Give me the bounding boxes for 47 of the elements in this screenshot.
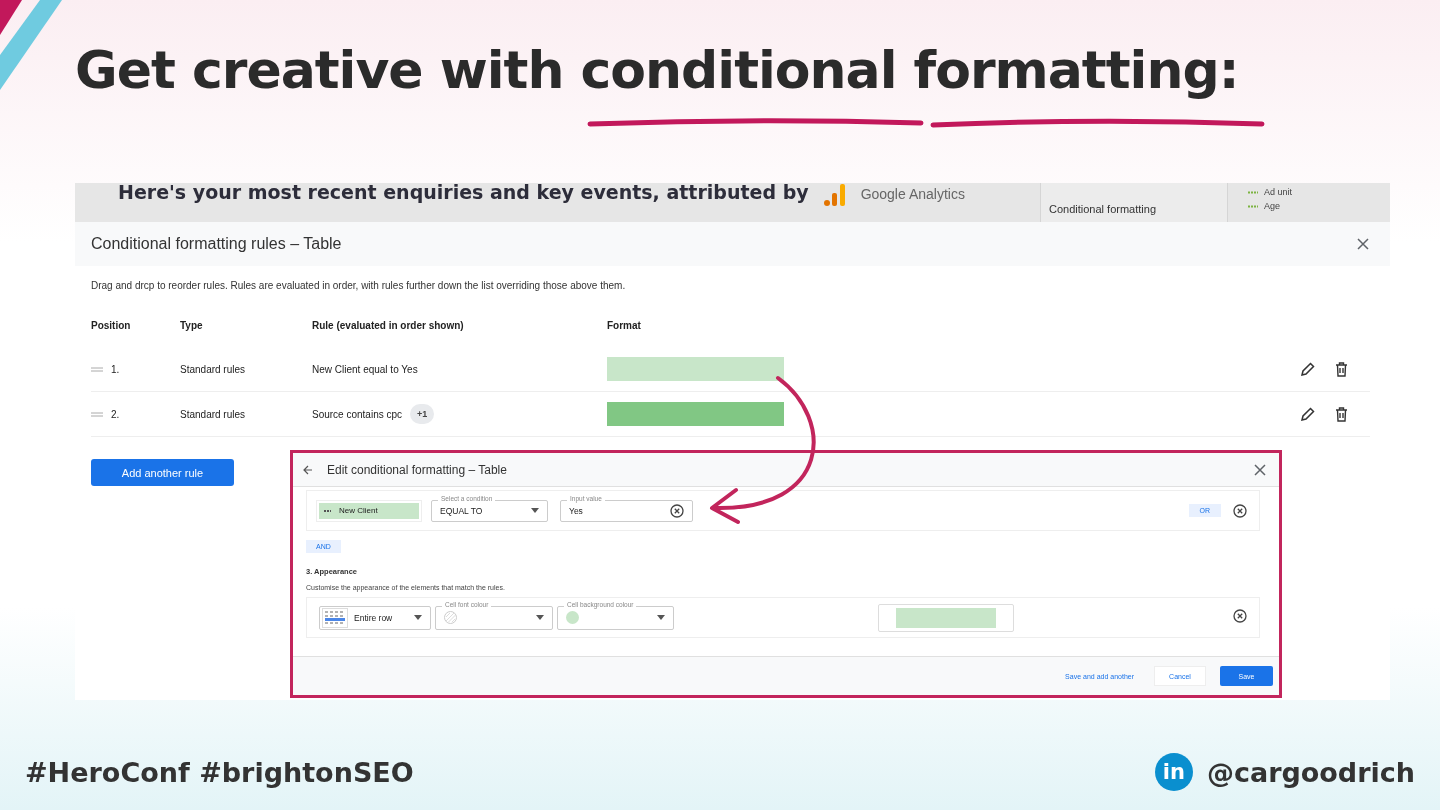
linkedin-badge[interactable]: in bbox=[1154, 753, 1193, 791]
bar-chart-logo-icon bbox=[822, 183, 847, 207]
rule-description: New Client equal to Yes bbox=[312, 363, 418, 375]
delete-icon[interactable] bbox=[1335, 361, 1348, 377]
caret-icon bbox=[536, 615, 544, 620]
rule-position: 2. bbox=[111, 408, 120, 420]
slide-title: Get creative with conditional formatting: bbox=[75, 40, 1239, 100]
no-colour-icon bbox=[444, 611, 457, 624]
hashtags: #HeroConf #brightonSEO bbox=[25, 756, 414, 788]
rule-position: 1. bbox=[111, 363, 120, 375]
text-field-icon bbox=[324, 508, 331, 513]
column-header: Position bbox=[91, 319, 132, 331]
field-name[interactable]: Age bbox=[1264, 201, 1280, 211]
dimension-chip[interactable]: New Client bbox=[319, 502, 419, 519]
column-header: Rule (evaluated in order shown) bbox=[312, 319, 465, 331]
apply-to-dropdown[interactable]: Entire row bbox=[319, 605, 431, 630]
caret-icon bbox=[657, 615, 665, 620]
close-icon[interactable] bbox=[1253, 462, 1267, 477]
back-arrow-icon[interactable] bbox=[303, 464, 313, 475]
delete-icon[interactable] bbox=[1335, 406, 1348, 422]
edit-icon[interactable] bbox=[1300, 361, 1315, 377]
edit-icon[interactable] bbox=[1300, 406, 1315, 422]
drag-handle-icon[interactable] bbox=[91, 411, 103, 417]
caret-icon bbox=[414, 615, 422, 620]
more-conditions-chip: +1 bbox=[410, 404, 435, 424]
panel-title: Conditional formatting bbox=[1049, 203, 1156, 215]
table-row-icon bbox=[322, 607, 348, 628]
remove-icon[interactable] bbox=[1233, 608, 1247, 623]
clear-icon[interactable] bbox=[670, 503, 684, 518]
drag-handle-icon[interactable] bbox=[91, 366, 103, 372]
caret-icon bbox=[531, 508, 539, 513]
rule-description: Source contains cpc bbox=[312, 408, 403, 420]
dialog-title: Conditional formatting rules – Table bbox=[91, 235, 342, 253]
rule-type: Standard rules bbox=[180, 363, 247, 375]
report-heading: Here's your most recent enquiries and key events, attributed by bbox=[118, 183, 809, 203]
close-icon[interactable] bbox=[1356, 237, 1370, 251]
rule-type: Standard rules bbox=[180, 408, 247, 420]
dialog-title: Edit conditional formatting – Table bbox=[327, 462, 508, 477]
colour-dot bbox=[566, 611, 579, 624]
column-header: Type bbox=[180, 319, 204, 331]
column-header: Format bbox=[607, 319, 642, 331]
social-handle: @cargoodrich bbox=[1206, 756, 1415, 788]
instructions-text: Drag and drcp to reorder rules. Rules are evaluated in order, with rules further down the list overriding those above them. bbox=[91, 280, 627, 291]
field-name[interactable]: Ad unit bbox=[1264, 187, 1293, 197]
add-rule-button[interactable]: Add another rule bbox=[91, 459, 234, 486]
source-label: Google Analytics bbox=[860, 186, 965, 202]
remove-icon[interactable] bbox=[1233, 503, 1247, 518]
